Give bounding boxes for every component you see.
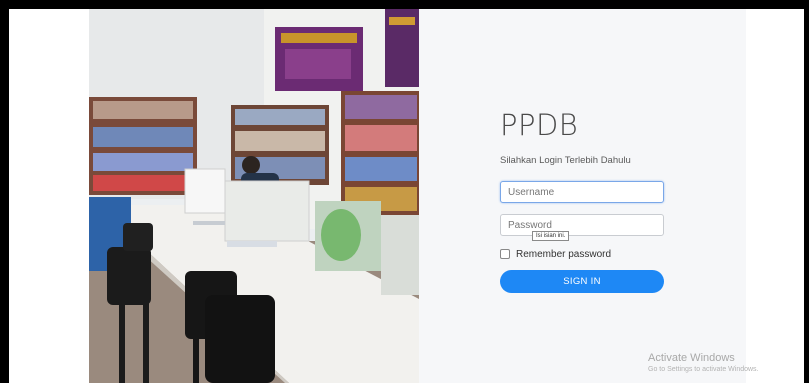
library-photo-illustration — [89, 9, 419, 383]
remember-password-checkbox[interactable] — [500, 249, 510, 259]
login-panel: PPDB Silahkan Login Terlebih Dahulu Isi … — [419, 9, 746, 383]
login-subtitle: Silahkan Login Terlebih Dahulu — [500, 155, 631, 166]
username-input[interactable] — [500, 181, 664, 203]
app-title: PPDB — [500, 108, 579, 142]
remember-password-row[interactable]: Remember password — [500, 247, 611, 261]
remember-password-label: Remember password — [516, 248, 612, 260]
library-photo — [89, 9, 419, 383]
validation-tooltip: Isi isian ini. — [532, 231, 570, 241]
sign-in-button[interactable]: SIGN IN — [500, 270, 664, 293]
activate-windows-subtitle: Go to Settings to activate Windows. — [648, 366, 759, 373]
activate-windows-title: Activate Windows — [648, 352, 735, 364]
password-input[interactable] — [500, 214, 664, 236]
